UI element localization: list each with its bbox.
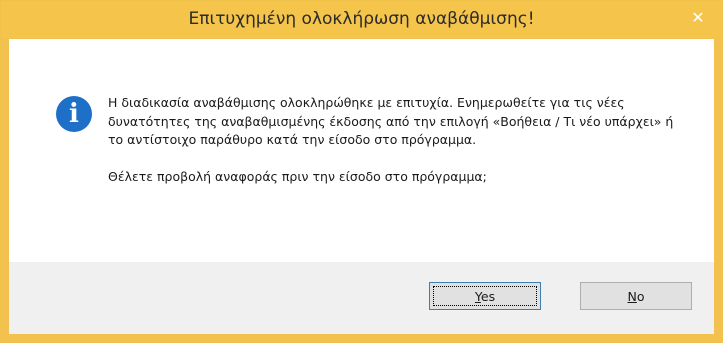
no-button-label: No	[627, 289, 644, 304]
message-dialog: Επιτυχημένη ολοκλήρωση αναβάθμισης! ✕ i …	[0, 0, 723, 343]
dialog-client-area: i Η διαδικασία αναβάθμισης ολοκληρώθηκε …	[9, 39, 714, 334]
no-mnemonic: N	[627, 288, 637, 304]
window-title: Επιτυχημένη ολοκλήρωση αναβάθμισης!	[188, 9, 535, 29]
title-bar[interactable]: Επιτυχημένη ολοκλήρωση αναβάθμισης! ✕	[1, 1, 722, 38]
close-icon[interactable]: ✕	[678, 5, 718, 29]
message-question: Θέλετε προβολή αναφοράς πριν την είσοδο …	[108, 168, 487, 184]
info-icon: i	[56, 96, 92, 132]
focus-rectangle	[433, 286, 537, 306]
no-label-rest: o	[636, 288, 645, 304]
message-text: Η διαδικασία αναβάθμισης ολοκληρώθηκε με…	[108, 94, 683, 186]
yes-button[interactable]: Yes	[429, 282, 541, 310]
message-body: Η διαδικασία αναβάθμισης ολοκληρώθηκε με…	[108, 95, 674, 147]
no-button[interactable]: No	[580, 282, 692, 310]
message-area: i Η διαδικασία αναβάθμισης ολοκληρώθηκε …	[9, 39, 714, 262]
